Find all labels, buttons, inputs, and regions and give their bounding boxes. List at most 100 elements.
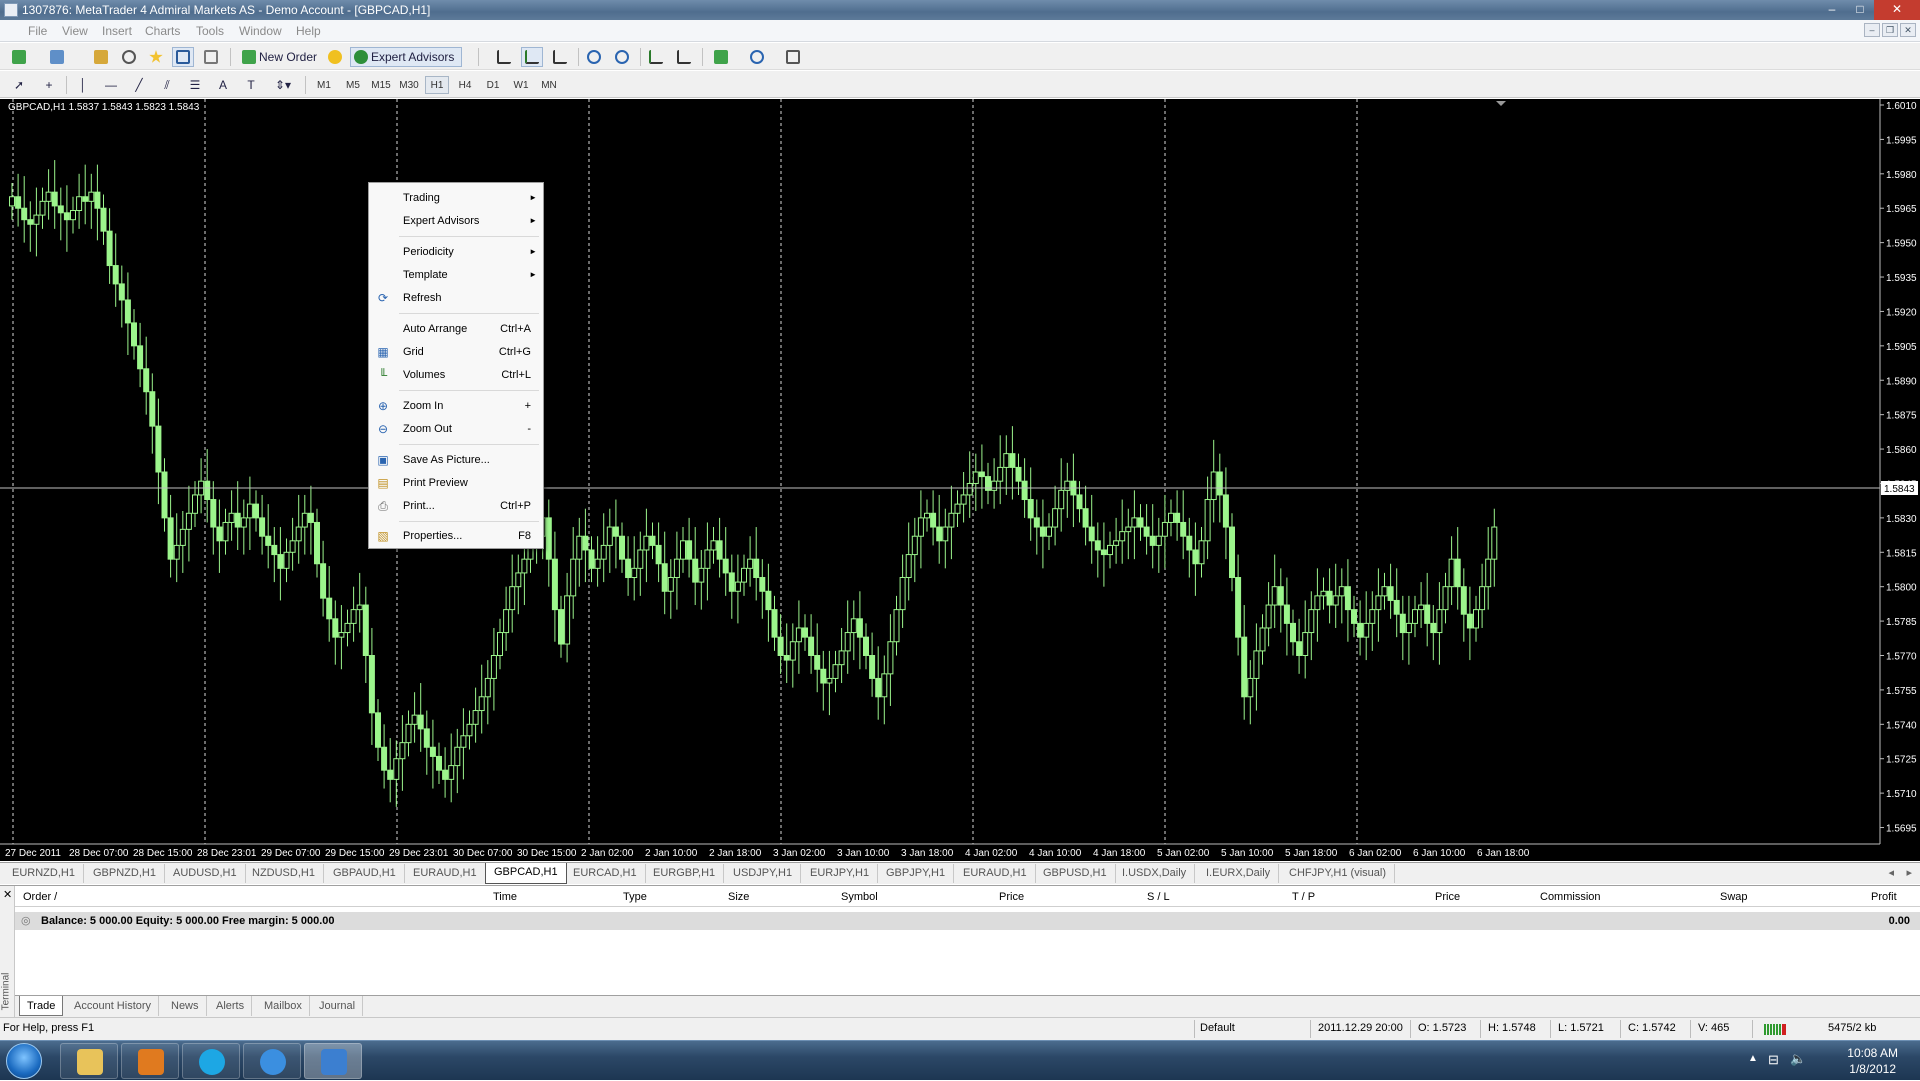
menu-insert[interactable]: Insert xyxy=(102,24,132,38)
col-commission[interactable]: Commission xyxy=(1540,891,1601,903)
cm-trading[interactable]: Trading ► xyxy=(371,187,541,209)
minimize-button[interactable]: – xyxy=(1818,0,1846,20)
taskbar-internet-explorer[interactable] xyxy=(243,1043,301,1079)
bar-chart-button[interactable] xyxy=(493,47,515,67)
col-type[interactable]: Type xyxy=(623,891,647,903)
cm-print[interactable]: ⎙ Print... Ctrl+P xyxy=(371,495,541,517)
col-sl[interactable]: S / L xyxy=(1147,891,1170,903)
balance-row[interactable]: ◎ Balance: 5 000.00 Equity: 5 000.00 Fre… xyxy=(15,912,1920,930)
chart-tab-eurcad[interactable]: EURCAD,H1 xyxy=(565,864,646,883)
chart-tab-usdx[interactable]: I.USDX,Daily xyxy=(1114,864,1196,883)
chart-shift-marker[interactable] xyxy=(1496,101,1506,106)
expert-advisors-button[interactable]: Expert Advisors xyxy=(350,47,462,67)
timeframe-w1[interactable]: W1 xyxy=(509,76,533,94)
chart-tab-usdjpy[interactable]: USDJPY,H1 xyxy=(725,864,802,883)
chart-window[interactable]: 1.6010 1.5995 1.5980 1.5965 1.5950 1.5935 1.59… xyxy=(0,99,1920,861)
chart-tab-eurnzd[interactable]: EURNZD,H1 xyxy=(4,864,84,883)
col-symbol[interactable]: Symbol xyxy=(841,891,878,903)
chart-tab-eurgbp[interactable]: EURGBP,H1 xyxy=(645,864,725,883)
cm-properties[interactable]: ▧ Properties... F8 xyxy=(371,525,541,547)
mdi-close-button[interactable]: ✕ xyxy=(1900,23,1916,37)
metaeditor-button[interactable] xyxy=(324,47,346,67)
taskbar-clock[interactable]: 10:08 AM 1/8/2012 xyxy=(1847,1045,1898,1077)
menu-tools[interactable]: Tools xyxy=(196,24,224,38)
cm-volumes[interactable]: ╙ Volumes Ctrl+L xyxy=(371,364,541,386)
chart-shift-button[interactable] xyxy=(673,47,695,67)
network-icon[interactable]: ⊟ xyxy=(1768,1052,1779,1068)
strategy-tester-button[interactable] xyxy=(200,47,222,67)
line-chart-button[interactable] xyxy=(549,47,571,67)
cm-auto-arrange[interactable]: Auto Arrange Ctrl+A xyxy=(371,318,541,340)
cm-refresh[interactable]: ⟳ Refresh xyxy=(371,287,541,309)
chart-tab-nzdusd[interactable]: NZDUSD,H1 xyxy=(244,864,324,883)
start-button[interactable] xyxy=(6,1043,42,1079)
market-watch-button[interactable] xyxy=(90,47,112,67)
taskbar-media-player[interactable] xyxy=(121,1043,179,1079)
timeframe-m1[interactable]: M1 xyxy=(312,76,336,94)
arrows-button[interactable]: ⇕▾ xyxy=(268,75,298,95)
tray-expand-arrow[interactable]: ▲ xyxy=(1748,1053,1758,1064)
mdi-minimize-button[interactable]: – xyxy=(1864,23,1880,37)
new-order-button[interactable]: New Order xyxy=(238,47,322,67)
taskbar-metatrader[interactable] xyxy=(304,1043,362,1079)
text-label-button[interactable]: T xyxy=(240,75,262,95)
chart-tab-chfjpy-visual[interactable]: CHFJPY,H1 (visual) xyxy=(1281,864,1395,883)
volume-icon[interactable]: 🔈 xyxy=(1790,1051,1806,1067)
horizontal-line-button[interactable]: — xyxy=(100,75,122,95)
col-price-current[interactable]: Price xyxy=(1435,891,1460,903)
menu-help[interactable]: Help xyxy=(296,24,321,38)
timeframe-mn[interactable]: MN xyxy=(537,76,561,94)
data-window-button[interactable] xyxy=(118,47,140,67)
col-size[interactable]: Size xyxy=(728,891,749,903)
terminal-tab-mailbox[interactable]: Mailbox xyxy=(257,996,310,1016)
terminal-tab-account-history[interactable]: Account History xyxy=(67,996,160,1016)
chart-tab-eurjpy[interactable]: EURJPY,H1 xyxy=(802,864,879,883)
chart-tab-gbpusd[interactable]: GBPUSD,H1 xyxy=(1035,864,1116,883)
text-button[interactable]: A xyxy=(212,75,234,95)
tabs-scroll-right-button[interactable]: ▸ xyxy=(1906,866,1912,879)
fibonacci-button[interactable]: ☰ xyxy=(184,75,206,95)
crosshair-button[interactable]: + xyxy=(38,75,60,95)
col-tp[interactable]: T / P xyxy=(1292,891,1315,903)
chart-tab-euraud[interactable]: EURAUD,H1 xyxy=(405,864,486,883)
timeframe-h4[interactable]: H4 xyxy=(453,76,477,94)
cm-print-preview[interactable]: ▤ Print Preview xyxy=(371,472,541,494)
timeframe-h1[interactable]: H1 xyxy=(425,76,449,94)
cm-zoom-out[interactable]: ⊖ Zoom Out - xyxy=(371,418,541,440)
menu-view[interactable]: View xyxy=(62,24,88,38)
trendline-button[interactable]: ╱ xyxy=(128,75,150,95)
cm-grid[interactable]: ▦ Grid Ctrl+G xyxy=(371,341,541,363)
price-chart[interactable]: 1.6010 1.5995 1.5980 1.5965 1.5950 1.5935 1.59… xyxy=(0,99,1920,861)
cm-save-as-picture[interactable]: ▣ Save As Picture... xyxy=(371,449,541,471)
candlestick-button[interactable] xyxy=(521,47,543,67)
zoom-out-button[interactable] xyxy=(611,47,633,67)
periods-button[interactable] xyxy=(746,47,778,67)
menu-file[interactable]: File xyxy=(28,24,47,38)
indicators-button[interactable] xyxy=(710,47,742,67)
tabs-scroll-left-button[interactable]: ◂ xyxy=(1888,866,1894,879)
taskbar-explorer[interactable] xyxy=(60,1043,118,1079)
timeframe-m5[interactable]: M5 xyxy=(341,76,365,94)
chart-tab-gbpjpy[interactable]: GBPJPY,H1 xyxy=(878,864,955,883)
chart-tab-audusd[interactable]: AUDUSD,H1 xyxy=(165,864,246,883)
terminal-tab-trade[interactable]: Trade xyxy=(19,996,64,1016)
col-profit[interactable]: Profit xyxy=(1871,891,1897,903)
chart-tab-gbpaud[interactable]: GBPAUD,H1 xyxy=(325,864,405,883)
chart-tab-gbpnzd[interactable]: GBPNZD,H1 xyxy=(85,864,165,883)
cm-zoom-in[interactable]: ⊕ Zoom In + xyxy=(371,395,541,417)
templates-button[interactable] xyxy=(782,47,814,67)
channel-button[interactable]: ⫽ xyxy=(156,75,178,95)
timeframe-m30[interactable]: M30 xyxy=(397,76,421,94)
col-time[interactable]: Time xyxy=(493,891,517,903)
profiles-button[interactable] xyxy=(46,47,80,67)
vertical-line-button[interactable]: │ xyxy=(72,75,94,95)
mdi-restore-button[interactable]: ❐ xyxy=(1882,23,1898,37)
navigator-button[interactable] xyxy=(145,47,167,67)
status-profile[interactable]: Default xyxy=(1200,1022,1235,1034)
menu-window[interactable]: Window xyxy=(239,24,282,38)
terminal-tab-alerts[interactable]: Alerts xyxy=(209,996,253,1016)
col-swap[interactable]: Swap xyxy=(1720,891,1748,903)
close-button[interactable]: ✕ xyxy=(1874,0,1920,20)
cm-template[interactable]: Template ► xyxy=(371,264,541,286)
autoscroll-button[interactable] xyxy=(645,47,667,67)
